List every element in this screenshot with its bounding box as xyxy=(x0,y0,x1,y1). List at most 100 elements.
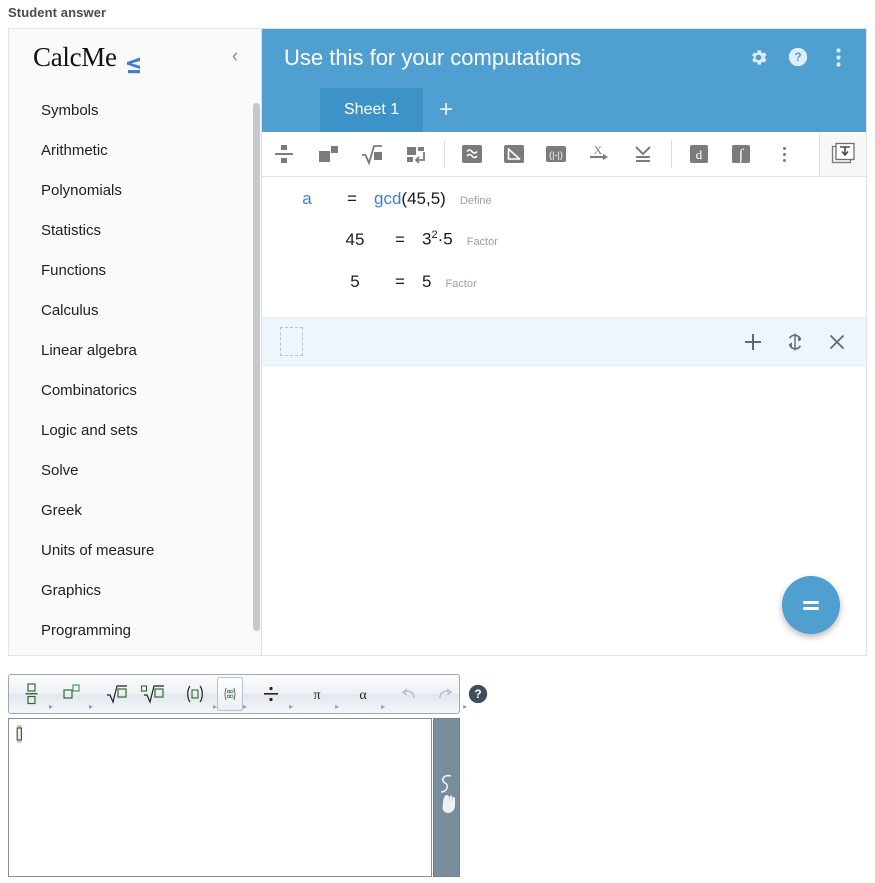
math-editor-toolbar: ▸ ▸ ▸ ▸ ▸ π ▸ α ▸ ▸ ? xyxy=(8,674,488,714)
sidebar-item-units-of-measure[interactable]: Units of measure xyxy=(9,531,261,571)
chevron-left-icon: ‹ xyxy=(231,46,239,67)
nth-root-icon[interactable] xyxy=(135,677,171,711)
delete-row-icon[interactable] xyxy=(826,331,848,353)
pi-dropdown-caret[interactable]: ▸ xyxy=(335,703,339,711)
superscript-icon[interactable] xyxy=(53,677,89,711)
toolbar-separator xyxy=(671,140,672,168)
parentheses-icon[interactable] xyxy=(177,677,213,711)
line-lhs: 5 xyxy=(350,271,360,291)
sidebar-item-label: Symbols xyxy=(41,102,99,119)
integral-icon[interactable]: ∫ xyxy=(720,133,762,175)
empty-box-cursor-icon xyxy=(15,725,24,743)
sidebar-item-symbols[interactable]: Symbols xyxy=(9,91,261,131)
sidebar-scrollbar-thumb[interactable] xyxy=(253,103,260,631)
line-tag: Factor xyxy=(466,235,498,248)
toolbar-separator xyxy=(444,140,445,168)
sidebar-item-label: Functions xyxy=(41,262,107,279)
app-header: Use this for your computations ? Sheet 1… xyxy=(262,29,866,132)
approximate-icon[interactable] xyxy=(451,133,493,175)
line-equals: = xyxy=(395,229,405,249)
matrix-icon[interactable] xyxy=(217,677,244,711)
square-root-icon[interactable] xyxy=(350,133,394,175)
sidebar-item-graphics[interactable]: Graphics xyxy=(9,571,261,611)
sidebar-item-label: Graphics xyxy=(41,582,102,599)
more-vertical-icon[interactable] xyxy=(762,133,806,175)
newline-icon[interactable] xyxy=(394,133,438,175)
redo-icon[interactable] xyxy=(427,677,463,711)
app-logo-text: CalcMe xyxy=(33,41,117,72)
fraction-icon[interactable] xyxy=(13,677,49,711)
tab-sheet-1[interactable]: Sheet 1 xyxy=(320,88,424,132)
less-than-or-equal-logo-icon xyxy=(125,50,145,74)
evaluate-icon[interactable]: (|-|) xyxy=(535,133,577,175)
division-dropdown-caret[interactable]: ▸ xyxy=(289,703,293,711)
sidebar-header: CalcMe ‹ xyxy=(9,29,261,85)
collapse-sidebar-button[interactable]: ‹ xyxy=(221,43,249,71)
add-sheet-button[interactable]: + xyxy=(423,88,469,132)
app-logo: CalcMe xyxy=(33,41,145,74)
sidebar-item-calculus[interactable]: Calculus xyxy=(9,291,261,331)
superscript-dropdown-caret[interactable]: ▸ xyxy=(89,703,93,711)
simplify-icon[interactable] xyxy=(493,133,535,175)
sidebar-item-linear-algebra[interactable]: Linear algebra xyxy=(9,331,261,371)
handwriting-input-icon[interactable] xyxy=(433,718,460,877)
svg-text:π: π xyxy=(314,688,321,703)
recalculate-icon[interactable] xyxy=(784,331,806,353)
svg-text:?: ? xyxy=(474,687,481,701)
sidebar-item-arithmetic[interactable]: Arithmetic xyxy=(9,131,261,171)
worksheet-line[interactable]: 45 = 32·5 Factor xyxy=(262,229,866,250)
sidebar-item-label: Units of measure xyxy=(41,542,155,559)
empty-input-slot[interactable] xyxy=(280,327,303,356)
sidebar-item-logic-and-sets[interactable]: Logic and sets xyxy=(9,411,261,451)
math-input-canvas[interactable] xyxy=(8,718,432,877)
worksheet-line[interactable]: 5 = 5 Factor xyxy=(262,272,866,292)
sidebar-item-label: Linear algebra xyxy=(41,342,137,359)
header-actions: ? xyxy=(744,43,852,71)
line-rhs: 5 xyxy=(422,271,432,291)
app-title: Use this for your computations xyxy=(284,45,582,70)
help-icon[interactable]: ? xyxy=(784,43,812,71)
alpha-dropdown-caret[interactable]: ▸ xyxy=(381,703,385,711)
line-equals: = xyxy=(347,189,357,208)
sidebar-item-label: Statistics xyxy=(41,222,102,239)
active-input-row[interactable] xyxy=(262,317,866,366)
sidebar-item-statistics[interactable]: Statistics xyxy=(9,211,261,251)
sidebar-item-functions[interactable]: Functions xyxy=(9,251,261,291)
row-actions xyxy=(742,331,848,353)
derivative-icon[interactable]: d xyxy=(678,133,720,175)
worksheet: a = gcd(45,5) Define 45 = 32·5 Factor 5 … xyxy=(262,177,866,655)
solve-for-x-icon[interactable]: X xyxy=(577,133,621,175)
undo-icon[interactable] xyxy=(391,677,427,711)
sidebar-item-combinatorics[interactable]: Combinatorics xyxy=(9,371,261,411)
power-icon[interactable] xyxy=(306,133,350,175)
settings-icon[interactable] xyxy=(744,43,772,71)
square-root-icon[interactable] xyxy=(99,677,135,711)
pi-symbol-icon[interactable]: π xyxy=(299,677,335,711)
line-rhs: 32·5 xyxy=(422,229,453,250)
help-icon[interactable]: ? xyxy=(467,683,489,705)
sidebar-item-greek[interactable]: Greek xyxy=(9,491,261,531)
worksheet-line[interactable]: a = gcd(45,5) Define xyxy=(262,189,866,209)
greek-alpha-icon[interactable]: α xyxy=(345,677,381,711)
more-vertical-icon[interactable] xyxy=(824,43,852,71)
sidebar-item-programming[interactable]: Programming xyxy=(9,611,261,651)
fraction-icon[interactable] xyxy=(262,133,306,175)
add-row-icon[interactable] xyxy=(742,331,764,353)
sidebar-item-label: Combinatorics xyxy=(41,382,137,399)
function-name: gcd xyxy=(374,189,402,208)
page-title: Student answer xyxy=(8,5,107,20)
keyboard-insert-icon[interactable] xyxy=(819,132,866,176)
sidebar-item-label: Calculus xyxy=(41,302,99,319)
math-toolbar: (|-|) X d ∫ xyxy=(262,132,866,177)
sidebar-item-label: Polynomials xyxy=(41,182,122,199)
dots-vertical xyxy=(782,146,786,162)
matrix-dropdown-caret[interactable]: ▸ xyxy=(243,703,247,711)
sidebar-item-label: Greek xyxy=(41,502,82,519)
check-list-icon[interactable] xyxy=(621,133,665,175)
line-tag: Factor xyxy=(445,277,477,290)
toolbar-group-operations: (|-|) X xyxy=(451,132,665,176)
sidebar-item-solve[interactable]: Solve xyxy=(9,451,261,491)
equals-button[interactable] xyxy=(782,576,840,634)
sidebar-item-polynomials[interactable]: Polynomials xyxy=(9,171,261,211)
division-icon[interactable] xyxy=(253,677,289,711)
